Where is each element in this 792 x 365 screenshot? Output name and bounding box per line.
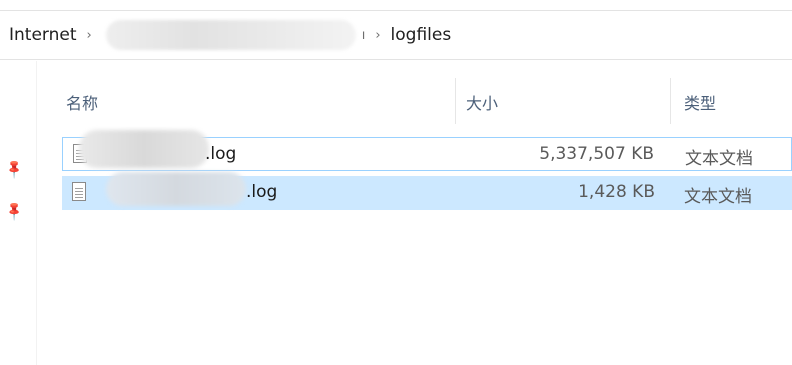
chevron-right-icon[interactable]: › [87, 28, 92, 43]
redacted-breadcrumb-tail: ı [361, 27, 366, 43]
address-bar[interactable]: Internet › ı › logfiles [0, 10, 792, 60]
file-type: 文本文档 [685, 149, 753, 169]
column-header-size[interactable]: 大小 [466, 90, 498, 114]
file-type: 文本文档 [684, 187, 752, 207]
file-size: 5,337,507 KB [539, 144, 654, 164]
breadcrumb-logfiles[interactable]: logfiles [391, 25, 452, 45]
chevron-right-icon[interactable]: › [375, 28, 380, 43]
column-divider[interactable] [455, 78, 456, 124]
file-explorer-window: Internet › ı › logfiles 📌 📌 名称 大小 类型 .lo… [0, 0, 792, 365]
redacted-filename [79, 130, 209, 168]
column-header-type[interactable]: 类型 [684, 90, 716, 114]
file-name: .log [246, 182, 278, 202]
file-name: .log [205, 144, 237, 164]
redacted-filename [106, 172, 246, 206]
file-row[interactable]: .log 1,428 KB 文本文档 [62, 172, 792, 210]
text-document-icon [72, 182, 86, 201]
column-header-name[interactable]: 名称 [66, 90, 98, 114]
breadcrumb-internet[interactable]: Internet [9, 25, 77, 45]
file-size: 1,428 KB [578, 182, 655, 202]
redacted-breadcrumb[interactable] [105, 20, 356, 50]
column-divider[interactable] [670, 78, 671, 124]
file-row[interactable]: .log 5,337,507 KB 文本文档 [62, 130, 792, 171]
